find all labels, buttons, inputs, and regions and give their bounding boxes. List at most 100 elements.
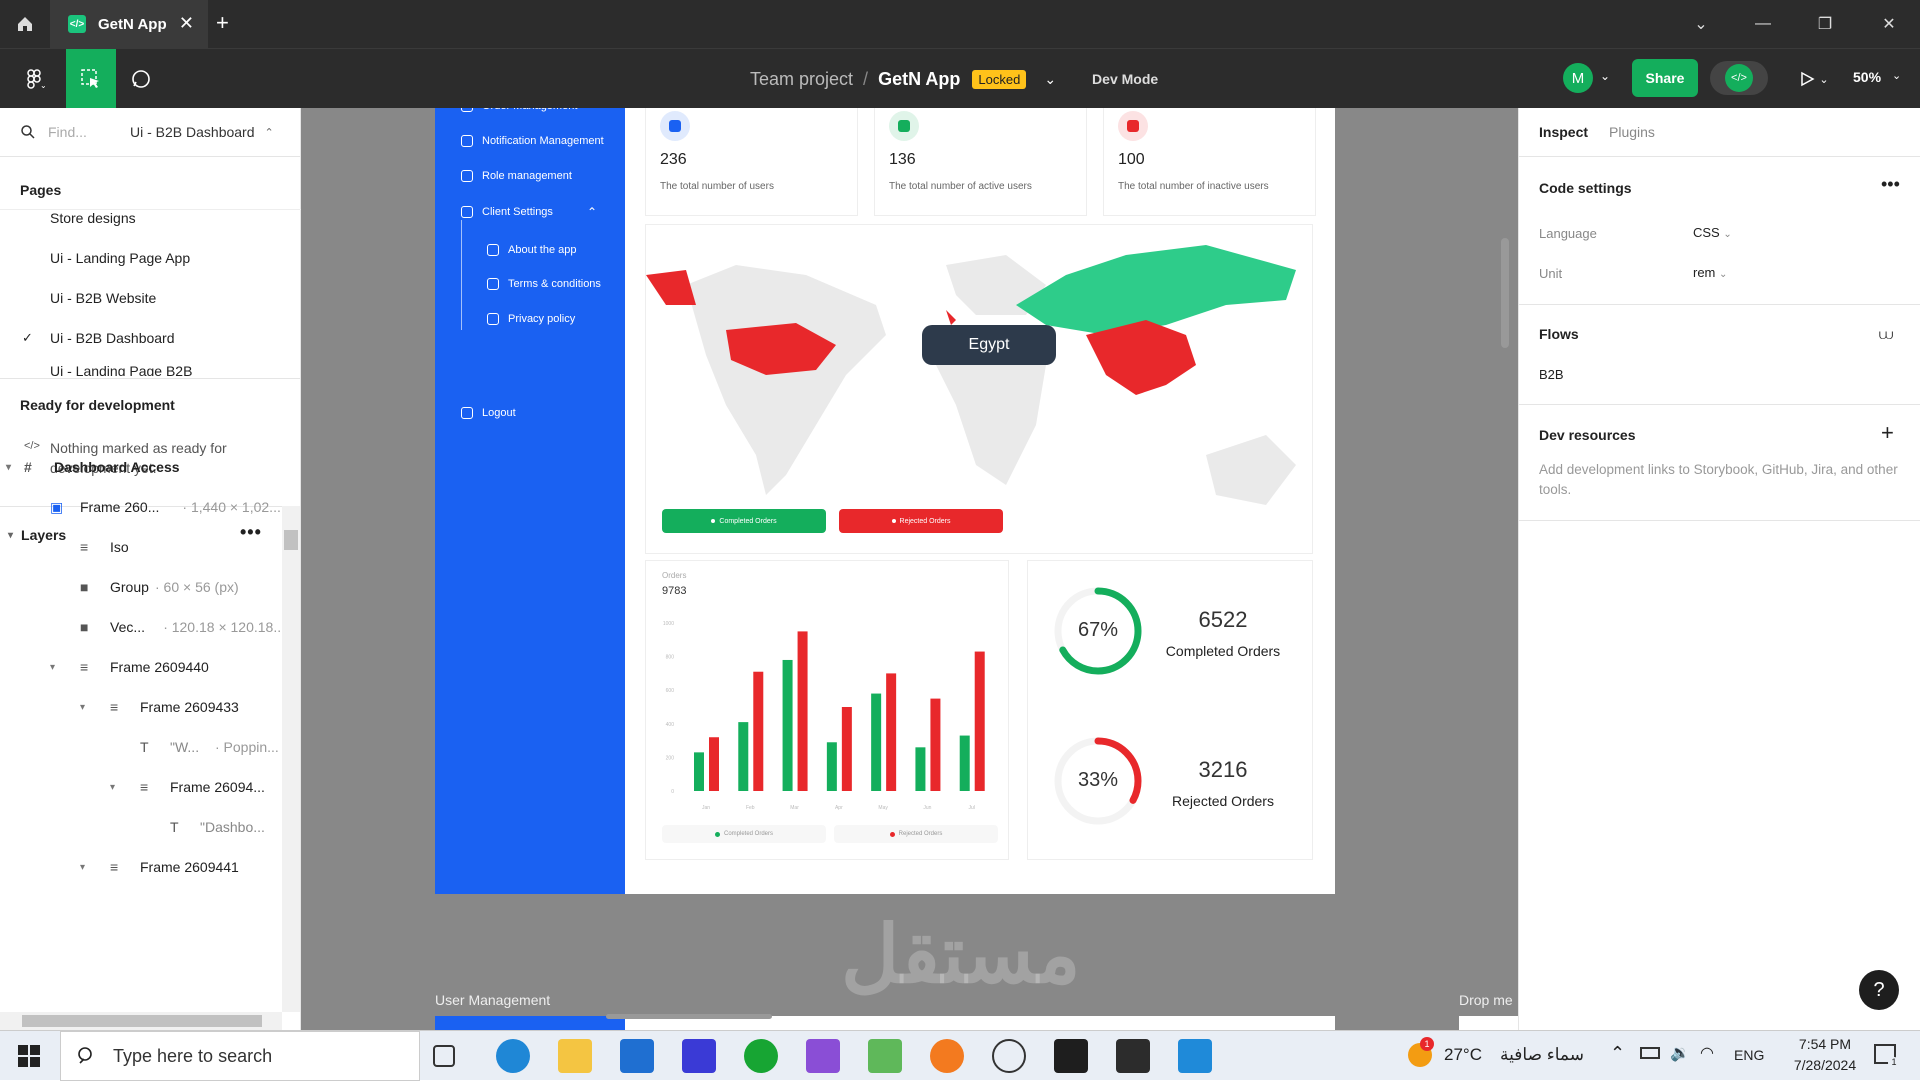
visual-studio-icon[interactable] [806,1039,840,1073]
page-item[interactable]: Store designs [0,206,301,230]
firefox-icon[interactable] [930,1039,964,1073]
bar-rejected-orders[interactable] [886,673,897,791]
code-settings-more-icon[interactable]: ••• [1881,174,1900,195]
vscode-icon[interactable] [1178,1039,1212,1073]
sidebar-nav-item[interactable]: Notification Management [461,135,604,147]
design-canvas[interactable]: Order Management Notification Management R… [301,108,1518,1030]
taskbar-search-input[interactable]: Type here to search [113,1046,272,1067]
layer-item[interactable]: ▾ # Dashboard Access [0,455,301,479]
page-item[interactable]: Ui - Landing Page App [0,246,301,270]
bar-completed-orders[interactable] [738,722,749,791]
wifi-icon[interactable]: ◠ [1700,1043,1714,1063]
chevron-up-icon[interactable]: ⌃ [265,126,274,139]
add-dev-resource-icon[interactable]: + [1881,420,1894,446]
bar-completed-orders[interactable] [871,693,882,791]
layers-scroll-thumb[interactable] [284,530,298,550]
page-item[interactable]: Ui - Landing Page B2B [0,366,301,376]
tab-inspect[interactable]: Inspect [1539,124,1588,140]
dev-app-icon[interactable] [682,1039,716,1073]
mail-icon[interactable] [620,1039,654,1073]
unit-select[interactable]: rem ⌄ [1693,265,1727,280]
file-explorer-icon[interactable] [558,1039,592,1073]
current-page-label[interactable]: Ui - B2B Dashboard [130,124,255,140]
page-item[interactable]: ✓ Ui - B2B Dashboard [0,326,301,350]
sidebar-nav-item[interactable]: Order Management [461,108,577,112]
close-window-button[interactable]: ✕ [1858,0,1920,48]
horizontal-scrollbar[interactable] [0,1012,282,1030]
bar-rejected-orders[interactable] [753,671,764,791]
sidebar-nav-item[interactable]: Privacy policy [487,313,575,325]
layer-item[interactable]: ■ Vec... · 120.18 × 120.18... [0,615,301,639]
dashboard-frame[interactable]: Order Management Notification Management R… [435,108,1335,894]
sidebar-nav-item[interactable]: Terms & conditions [487,278,601,290]
weather-temp[interactable]: 27°C [1444,1045,1482,1065]
new-tab-button[interactable]: + [216,10,229,36]
chart-legend-rejected[interactable]: Rejected Orders [834,825,998,843]
drop-menu-frame[interactable] [1459,1016,1518,1030]
layer-item[interactable]: ■ Group · 60 × 56 (px) [0,575,301,599]
language-indicator[interactable]: ENG [1734,1047,1764,1063]
terminal-icon[interactable] [1116,1039,1150,1073]
bar-rejected-orders[interactable] [709,737,719,791]
dev-mode-toggle[interactable]: </> [1710,61,1768,95]
zoom-level[interactable]: 50% [1853,69,1881,85]
avatar[interactable]: M [1563,63,1593,93]
bar-rejected-orders[interactable] [974,651,985,791]
layer-expand-icon[interactable]: ▾ [110,782,115,793]
file-tab[interactable]: </> GetN App ✕ [50,0,208,48]
snip-tool-icon[interactable] [868,1039,902,1073]
flows-hide-icon[interactable]: ⩊ [1879,326,1893,343]
layer-item[interactable]: ≡ Iso [0,535,301,559]
restore-button[interactable]: ❐ [1794,0,1856,48]
project-name[interactable]: Team project [750,69,853,90]
chevron-down-icon[interactable]: ⌄ [1670,0,1732,48]
layer-expand-icon[interactable]: ▾ [50,662,55,673]
layer-expand-icon[interactable]: ▾ [80,702,85,713]
weather-text[interactable]: سماء صافية [1494,1045,1584,1065]
map-legend-rejected[interactable]: Rejected Orders [839,509,1003,533]
page-search[interactable]: Find... Ui - B2B Dashboard ⌃ [0,108,301,156]
page-item[interactable]: Ui - B2B Website [0,286,301,310]
edge-icon[interactable] [496,1039,530,1073]
layer-item[interactable]: ▣ Frame 260... · 1,440 × 1,02... [0,495,301,519]
present-play-icon[interactable]: ⌄ [1794,49,1834,109]
sidebar-nav-item[interactable]: Client Settings ⌃ [461,205,597,219]
search-input[interactable]: Find... [48,124,118,140]
layers-scrollbar[interactable] [282,506,300,1012]
sidebar-nav-item[interactable]: About the app [487,244,577,256]
volume-icon[interactable]: 🔉 [1670,1043,1690,1063]
layer-expand-icon[interactable]: ▾ [80,862,85,873]
share-button[interactable]: Share [1632,59,1698,97]
layer-item[interactable]: T "W... · Poppin... [0,735,301,759]
chart-legend-completed[interactable]: Completed Orders [662,825,826,843]
figma-menu-icon[interactable]: ⌄ [10,49,58,109]
task-view-icon[interactable] [433,1045,455,1067]
avatar-chevron-icon[interactable]: ⌄ [1600,69,1610,83]
bar-completed-orders[interactable] [694,752,704,791]
layer-item[interactable]: ▾ ≡ Frame 2609433 [0,695,301,719]
user-management-frame-label[interactable]: User Management [435,992,550,1008]
clock-time[interactable]: 7:54 PM [1785,1036,1865,1052]
inspect-tool-icon[interactable] [66,49,116,109]
clock-app-icon[interactable] [992,1039,1026,1073]
drop-menu-frame-label[interactable]: Drop me [1459,992,1513,1008]
flow-item-b2b[interactable]: B2B [1539,367,1564,382]
taskbar-search[interactable]: Type here to search [60,1031,420,1081]
clock-date[interactable]: 7/28/2024 [1785,1057,1865,1073]
tray-chevron-up-icon[interactable]: ⌃ [1610,1043,1625,1064]
home-icon[interactable] [0,0,50,48]
tab-plugins[interactable]: Plugins [1609,124,1655,140]
canvas-vertical-scroll-thumb[interactable] [1501,238,1509,348]
bar-completed-orders[interactable] [826,742,837,791]
chevron-up-icon[interactable]: ⌃ [587,205,597,219]
language-select[interactable]: CSS ⌄ [1693,225,1732,240]
comment-icon[interactable] [120,49,162,109]
bar-completed-orders[interactable] [782,659,793,791]
file-name[interactable]: GetN App [878,69,960,90]
canvas-scroll-thumb[interactable] [606,1014,772,1019]
horizontal-scroll-thumb[interactable] [22,1015,262,1027]
layer-item[interactable]: T "Dashbo... [0,815,301,839]
bar-completed-orders[interactable] [959,735,970,791]
bar-completed-orders[interactable] [915,747,926,791]
layer-item[interactable]: ▾ ≡ Frame 26094... [0,775,301,799]
